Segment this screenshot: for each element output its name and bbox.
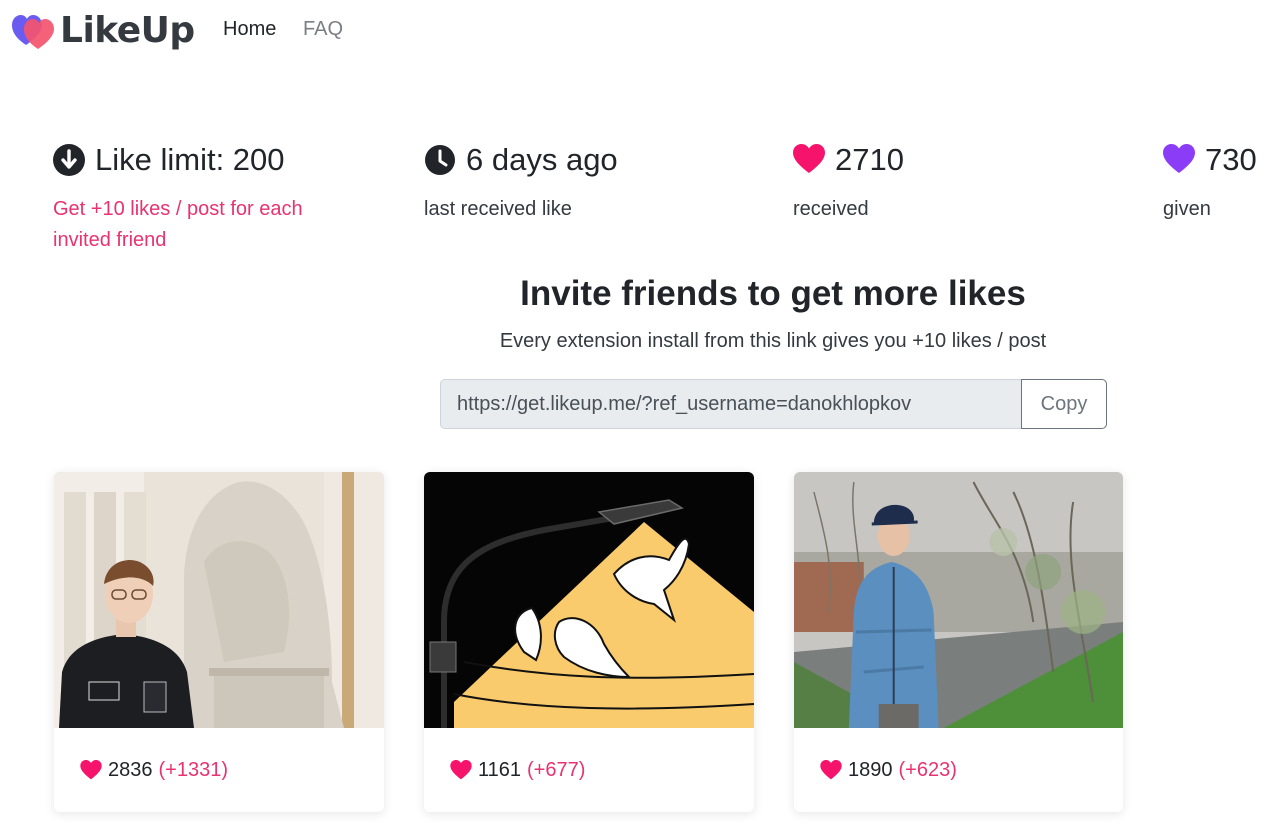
post-likes-count: 1161 (478, 758, 522, 781)
arrow-down-circle-icon (53, 144, 85, 176)
received-value: 2710 (835, 142, 904, 177)
post-card[interactable]: 1161 (+677) (424, 472, 754, 812)
post-likes-delta: (+677) (527, 758, 586, 781)
post-stats: 2836 (+1331) (54, 728, 384, 812)
stat-given: 730 given (1163, 140, 1257, 225)
post-likes-delta: (+623) (898, 758, 957, 781)
stat-received: 2710 received (793, 140, 904, 225)
given-label: given (1163, 198, 1211, 220)
navbar: LikeUp Home FAQ (0, 0, 1280, 62)
post-photo[interactable] (54, 472, 384, 728)
post-photo[interactable] (794, 472, 1123, 728)
copy-button[interactable]: Copy (1021, 379, 1107, 429)
nav-faq-link[interactable]: FAQ (303, 18, 343, 41)
post-stats: 1890 (+623) (794, 728, 1123, 812)
nav-home-link[interactable]: Home (223, 18, 276, 41)
invite-subtitle: Every extension install from this link g… (499, 330, 1047, 352)
post-likes-count: 1890 (848, 758, 893, 781)
clock-icon (424, 144, 456, 176)
post-likes-delta: (+1331) (158, 758, 229, 781)
heart-icon (1163, 144, 1195, 176)
post-likes-count: 2836 (108, 758, 153, 781)
invite-bonus-link[interactable]: Get +10 likes / post for each invited fr… (53, 194, 353, 256)
heart-icon (820, 760, 842, 780)
post-stats: 1161 (+677) (424, 728, 754, 812)
invite-title: Invite friends to get more likes (520, 274, 1026, 313)
last-like-value: 6 days ago (466, 142, 618, 177)
referral-link-group: Copy (440, 379, 1107, 429)
brand-name: LikeUp (60, 10, 195, 51)
heart-icon (80, 760, 102, 780)
brand-link[interactable]: LikeUp (12, 6, 195, 56)
stat-like-limit: Like limit: 200 Get +10 likes / post for… (53, 140, 353, 256)
referral-link-input[interactable] (440, 379, 1021, 429)
post-card[interactable]: 2836 (+1331) (54, 472, 384, 812)
heart-icon (450, 760, 472, 780)
given-value: 730 (1205, 142, 1257, 177)
last-like-label: last received like (424, 198, 572, 220)
received-label: received (793, 198, 869, 220)
like-limit-value: Like limit: 200 (95, 142, 285, 177)
likeup-logo-icon (12, 11, 56, 51)
post-card[interactable]: 1890 (+623) (794, 472, 1123, 812)
heart-icon (793, 144, 825, 176)
post-photo[interactable] (424, 472, 754, 728)
stat-last-like: 6 days ago last received like (424, 140, 618, 225)
